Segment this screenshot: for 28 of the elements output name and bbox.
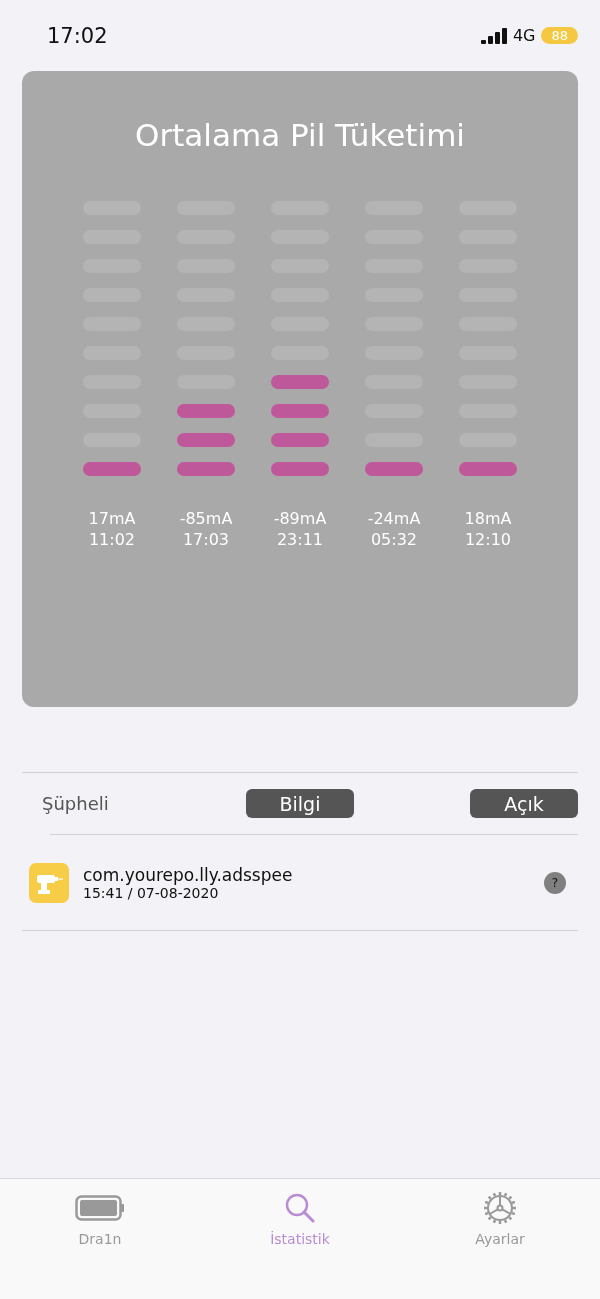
current-reading: 18mA [464, 509, 512, 528]
reading-time: 12:10 [464, 530, 512, 549]
app-name: com.yourepo.lly.adsspee [83, 864, 294, 885]
search-icon [284, 1193, 316, 1223]
help-icon[interactable]: ? [544, 871, 566, 894]
status-time: 17:02 [47, 23, 108, 48]
info-button[interactable]: Bilgi [246, 789, 354, 818]
current-reading: -85mA [179, 509, 233, 528]
current-reading: -89mA [273, 509, 327, 528]
reading-time: 23:11 [276, 530, 324, 549]
tab[interactable]: İstatistik [230, 1191, 370, 1299]
section-label: Şüpheli [42, 793, 110, 814]
battery-level: 88 [541, 27, 578, 44]
current-reading: -24mA [367, 509, 421, 528]
settings-icon [483, 1191, 517, 1225]
signal-icon [480, 27, 507, 44]
tab[interactable]: Ayarlar [430, 1191, 570, 1299]
current-reading: 17mA [88, 509, 136, 528]
app-time: 15:41 / 07-08-2020 [83, 884, 219, 901]
drill-icon [29, 862, 69, 903]
open-button[interactable]: Açık [470, 789, 578, 818]
reading-time: 11:02 [88, 530, 136, 549]
reading-time: 17:03 [182, 530, 230, 549]
card-title: Ortalama Pil Tüketimi [135, 117, 465, 155]
tab[interactable]: Dra1n [30, 1191, 170, 1299]
network-label: 4G [512, 26, 536, 45]
battery-icon [75, 1195, 125, 1221]
reading-time: 05:32 [370, 530, 418, 549]
